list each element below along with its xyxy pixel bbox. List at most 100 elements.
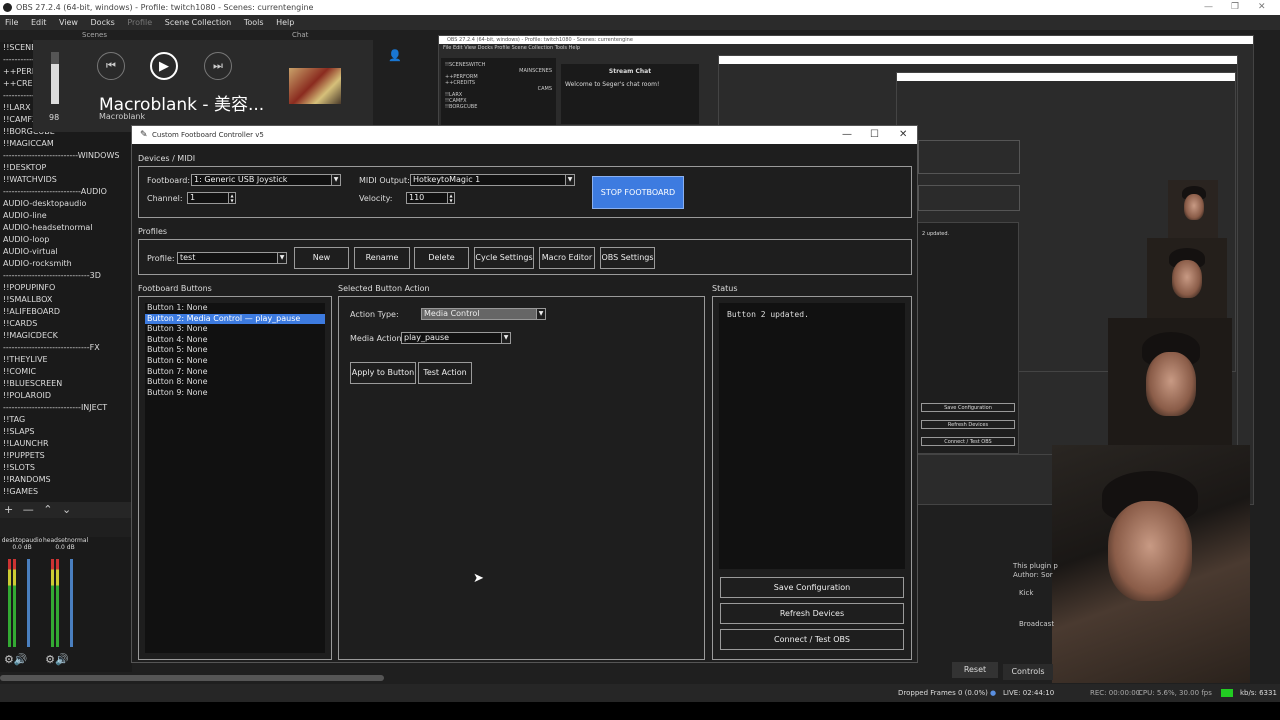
volume-fader[interactable]	[27, 559, 30, 647]
scene-item[interactable]: !!POPUPINFO	[0, 282, 132, 294]
apply-to-button-button[interactable]: Apply to Button	[350, 362, 416, 384]
volume-meter	[13, 559, 16, 647]
scene-item[interactable]: !!SMALLBOX	[0, 294, 132, 306]
play-icon[interactable]: ▶	[150, 52, 178, 80]
footboard-button-item[interactable]: Button 5: None	[145, 345, 325, 356]
move-up-icon[interactable]: ⌃	[43, 503, 52, 516]
save-configuration-button[interactable]: Save Configuration	[720, 577, 904, 598]
obs-logo-icon	[3, 3, 12, 12]
new-profile-button[interactable]: New	[294, 247, 349, 269]
restore-icon[interactable]: ❐	[1231, 0, 1239, 15]
scene-item[interactable]: !!THEYLIVE	[0, 354, 132, 366]
scene-item[interactable]: AUDIO-rocksmith	[0, 258, 132, 270]
maximize-icon[interactable]: ☐	[870, 126, 879, 144]
menu-tools[interactable]: Tools	[239, 15, 269, 30]
controls-tab[interactable]: Controls	[1003, 664, 1053, 680]
scene-item[interactable]: !!WATCHVIDS	[0, 174, 132, 186]
scene-item[interactable]: !!SLAPS	[0, 426, 132, 438]
connect-test-obs-button[interactable]: Connect / Test OBS	[720, 629, 904, 650]
reset-button[interactable]: Reset	[952, 662, 998, 678]
close-icon[interactable]: ✕	[1258, 0, 1266, 15]
spin-arrows-icon[interactable]: ▲ ▼	[228, 193, 235, 203]
menu-edit[interactable]: Edit	[26, 15, 52, 30]
stream-health-indicator	[1221, 689, 1233, 697]
scene-item[interactable]: !!MAGICDECK	[0, 330, 132, 342]
gear-icon[interactable]: ⚙	[4, 653, 14, 666]
scene-item[interactable]: AUDIO-line	[0, 210, 132, 222]
footboard-button-item[interactable]: Button 3: None	[145, 324, 325, 335]
menu-file[interactable]: File	[0, 15, 23, 30]
gear-icon[interactable]: ⚙	[45, 653, 55, 666]
obs-window-title: OBS 27.2.4 (64-bit, windows) - Profile: …	[16, 3, 314, 12]
refresh-devices-button[interactable]: Refresh Devices	[720, 603, 904, 624]
close-icon[interactable]: ✕	[899, 126, 907, 144]
scene-item[interactable]: ---------------------------INJECT	[0, 402, 132, 414]
remove-scene-icon[interactable]: —	[23, 503, 34, 516]
scene-item[interactable]: ------------------------------3D	[0, 270, 132, 282]
cycle-settings-button[interactable]: Cycle Settings	[474, 247, 534, 269]
test-action-button[interactable]: Test Action	[418, 362, 472, 384]
scene-item[interactable]: AUDIO-loop	[0, 234, 132, 246]
speaker-icon[interactable]: 🔊	[14, 653, 28, 666]
scene-item[interactable]: !!CARDS	[0, 318, 132, 330]
previous-track-icon[interactable]: ⏮	[97, 52, 125, 80]
action-type-select[interactable]: Media Control ▼	[421, 308, 546, 320]
profile-select-value: test	[180, 253, 196, 262]
speaker-icon[interactable]: 🔊	[55, 653, 69, 666]
footboard-button-list[interactable]: Button 1: None Button 2: Media Control — …	[145, 303, 325, 653]
footboard-button-item[interactable]: Button 1: None	[145, 303, 325, 314]
footboard-button-item[interactable]: Button 8: None	[145, 377, 325, 388]
horizontal-scrollbar[interactable]	[0, 675, 384, 681]
menu-docks[interactable]: Docks	[86, 15, 120, 30]
scene-item[interactable]: AUDIO-desktopaudio	[0, 198, 132, 210]
scene-item[interactable]: !!COMIC	[0, 366, 132, 378]
stop-footboard-button[interactable]: STOP FOOTBOARD	[592, 176, 684, 209]
nested-refresh-button: Refresh Devices	[921, 420, 1015, 429]
menu-profile[interactable]: Profile	[122, 15, 157, 30]
profile-select[interactable]: test ▼	[177, 252, 287, 264]
scene-item[interactable]: !!MAGICCAM	[0, 138, 132, 150]
media-action-select[interactable]: play_pause ▼	[401, 332, 511, 344]
scene-item[interactable]: !!GAMES	[0, 486, 132, 498]
footboard-button-item[interactable]: Button 6: None	[145, 356, 325, 367]
channel-spinbox[interactable]: 1 ▲ ▼	[187, 192, 236, 204]
move-down-icon[interactable]: ⌄	[62, 503, 71, 516]
chevron-down-icon: ▼	[565, 175, 574, 185]
footboard-select[interactable]: 1: Generic USB Joystick ▼	[191, 174, 341, 186]
scene-item[interactable]: !!POLAROID	[0, 390, 132, 402]
minimize-icon[interactable]: —	[842, 126, 852, 144]
scene-item[interactable]: AUDIO-headsetnormal	[0, 222, 132, 234]
spin-arrows-icon[interactable]: ▲ ▼	[447, 193, 454, 203]
scene-item[interactable]: ------------------------------FX	[0, 342, 132, 354]
scene-item[interactable]: !!TAG	[0, 414, 132, 426]
volume-fader[interactable]	[70, 559, 73, 647]
scene-item[interactable]: --------------------------WINDOWS	[0, 150, 132, 162]
footboard-button-item[interactable]: Button 4: None	[145, 335, 325, 346]
volume-slider[interactable]	[51, 52, 59, 104]
macro-editor-button[interactable]: Macro Editor	[539, 247, 595, 269]
menu-scene-collection[interactable]: Scene Collection	[160, 15, 237, 30]
footboard-button-item[interactable]: Button 2: Media Control — play_pause	[145, 313, 325, 325]
footboard-button-item[interactable]: Button 9: None	[145, 388, 325, 399]
next-track-icon[interactable]: ⏭	[204, 52, 232, 80]
scene-item[interactable]: ---------------------------AUDIO	[0, 186, 132, 198]
rename-profile-button[interactable]: Rename	[354, 247, 410, 269]
menu-help[interactable]: Help	[271, 15, 299, 30]
footboard-button-item[interactable]: Button 7: None	[145, 367, 325, 378]
minimize-icon[interactable]: —	[1204, 0, 1213, 15]
scene-item[interactable]: !!BLUESCREEN	[0, 378, 132, 390]
scene-item[interactable]: !!DESKTOP	[0, 162, 132, 174]
scene-item[interactable]: AUDIO-virtual	[0, 246, 132, 258]
scene-item[interactable]: !!PUPPETS	[0, 450, 132, 462]
menu-view[interactable]: View	[54, 15, 83, 30]
delete-profile-button[interactable]: Delete	[414, 247, 469, 269]
velocity-spinbox[interactable]: 110 ▲ ▼	[406, 192, 455, 204]
midi-output-select[interactable]: HotkeytoMagic 1 ▼	[410, 174, 575, 186]
user-icon[interactable]: 👤	[388, 49, 402, 62]
add-scene-icon[interactable]: +	[4, 503, 13, 516]
scene-item[interactable]: !!SLOTS	[0, 462, 132, 474]
scene-item[interactable]: !!ALIFEBOARD	[0, 306, 132, 318]
obs-settings-button[interactable]: OBS Settings	[600, 247, 655, 269]
scene-item[interactable]: !!RANDOMS	[0, 474, 132, 486]
scene-item[interactable]: !!LAUNCHR	[0, 438, 132, 450]
